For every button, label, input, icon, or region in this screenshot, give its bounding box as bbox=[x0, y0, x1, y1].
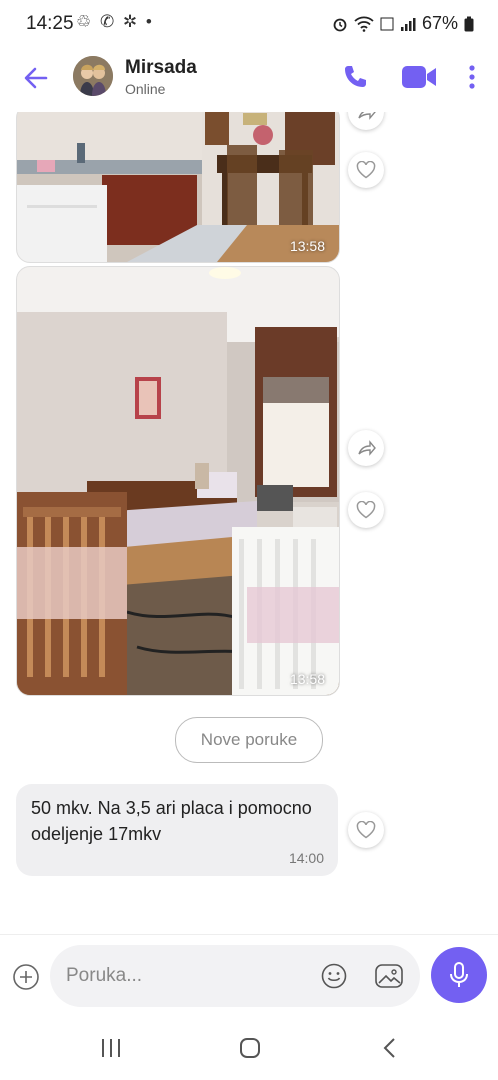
battery-icon bbox=[464, 16, 474, 31]
like-button[interactable] bbox=[348, 812, 384, 848]
chat-header: Mirsada Online bbox=[0, 48, 498, 112]
text-message-bubble[interactable]: 50 mkv. Na 3,5 ari placa i pomocno odelj… bbox=[16, 784, 338, 876]
gallery-icon[interactable] bbox=[374, 962, 404, 990]
status-right: 67% bbox=[332, 13, 474, 34]
photo-timestamp: 13:58 bbox=[289, 238, 325, 254]
new-messages-divider: Nove poruke bbox=[175, 717, 323, 763]
share-button[interactable] bbox=[348, 112, 384, 130]
alarm-icon bbox=[333, 18, 347, 31]
battery-percent: 67% bbox=[421, 13, 458, 33]
status-time: 14:25 bbox=[26, 13, 74, 34]
recent-apps-icon[interactable] bbox=[100, 1038, 122, 1058]
photo-message-kitchen[interactable]: 13:58 bbox=[16, 112, 340, 263]
signal-icon bbox=[400, 17, 416, 31]
contact-name[interactable]: Mirsada bbox=[125, 57, 197, 79]
status-bar: 14:25 ♲ ✆ ✲ • 67% bbox=[0, 0, 498, 48]
volte-icon bbox=[380, 17, 394, 30]
share-icon bbox=[358, 112, 376, 120]
notification-icons: ♲ ✆ ✲ • bbox=[76, 12, 154, 31]
chat-area[interactable]: 13:58 13:58 Nove poruke 50 mkv. Na 3,5 a… bbox=[0, 112, 498, 934]
voice-message-button[interactable] bbox=[431, 947, 487, 1003]
home-icon[interactable] bbox=[239, 1037, 261, 1059]
message-text: 50 mkv. Na 3,5 ari placa i pomocno odelj… bbox=[31, 798, 312, 844]
message-composer: Poruka... bbox=[0, 934, 498, 1019]
share-button[interactable] bbox=[348, 430, 384, 466]
more-options-icon[interactable] bbox=[466, 62, 478, 92]
like-button[interactable] bbox=[348, 152, 384, 188]
plus-icon[interactable] bbox=[12, 963, 40, 991]
message-input-placeholder: Poruka... bbox=[66, 965, 143, 986]
heart-icon bbox=[356, 161, 376, 179]
heart-icon bbox=[356, 501, 376, 519]
like-button[interactable] bbox=[348, 492, 384, 528]
share-icon bbox=[358, 440, 376, 456]
call-icon[interactable] bbox=[340, 62, 370, 92]
message-input[interactable]: Poruka... bbox=[50, 945, 420, 1007]
photo-message-bedroom[interactable]: 13:58 bbox=[16, 266, 340, 696]
bedroom-photo bbox=[17, 267, 339, 695]
photo-timestamp: 13:58 bbox=[289, 671, 325, 687]
video-call-icon[interactable] bbox=[401, 62, 437, 92]
heart-icon bbox=[356, 821, 376, 839]
contact-avatar[interactable] bbox=[73, 56, 113, 96]
message-timestamp: 14:00 bbox=[288, 850, 324, 866]
contact-status: Online bbox=[125, 81, 166, 97]
microphone-icon bbox=[450, 962, 468, 987]
nav-back-icon[interactable] bbox=[382, 1037, 398, 1059]
system-nav-bar bbox=[0, 1018, 498, 1080]
back-arrow-icon[interactable] bbox=[20, 62, 52, 94]
wifi-icon bbox=[354, 16, 374, 32]
emoji-icon[interactable] bbox=[320, 962, 348, 990]
